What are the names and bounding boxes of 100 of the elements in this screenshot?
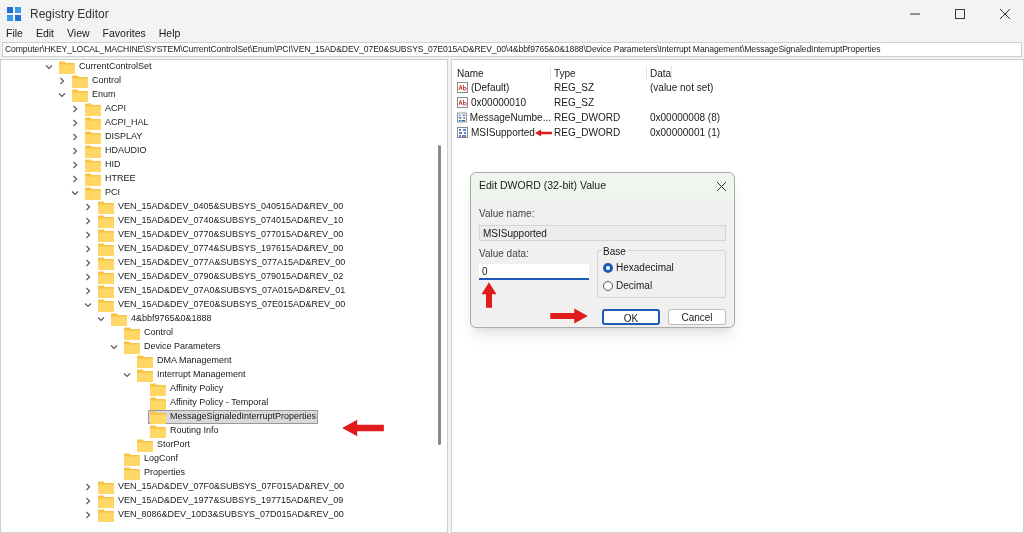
value-type: REG_DWORD [553,111,622,125]
close-icon[interactable] [717,181,726,191]
tree-item[interactable]: StorPort [135,438,192,452]
folder-icon [85,144,101,158]
chevron-right-icon[interactable] [84,231,92,239]
tree-item[interactable]: 4&bbf9765&0&1888 [109,312,214,326]
column-header[interactable]: Type [551,66,647,80]
value-name[interactable]: MSISupported [471,125,535,140]
tree-item[interactable]: VEN_15AD&DEV_0790&SUBSYS_079015AD&REV_02 [96,270,346,284]
maximize-icon[interactable] [955,8,965,19]
chevron-down-icon[interactable] [123,371,131,379]
folder-icon [124,452,140,466]
chevron-right-icon[interactable] [58,77,66,85]
chevron-right-icon[interactable] [84,483,92,491]
tree-item[interactable]: DMA Management [135,354,234,368]
tree-item[interactable]: Routing Info [148,424,221,438]
menu-item[interactable]: Edit [35,26,54,42]
column-header[interactable]: Name [452,66,551,80]
binary-value-icon [457,112,467,123]
chevron-down-icon[interactable] [84,301,92,309]
folder-icon [85,172,101,186]
chevron-down-icon[interactable] [97,315,105,323]
registry-icon [7,6,21,21]
tree-item[interactable]: CurrentControlSet [57,60,154,74]
dialog-title: Edit DWORD (32-bit) Value [479,178,606,194]
chevron-right-icon[interactable] [84,273,92,281]
binary-value-icon [457,127,468,138]
chevron-right-icon[interactable] [71,119,79,127]
chevron-down-icon[interactable] [71,189,79,197]
chevron-down-icon[interactable] [110,343,118,351]
chevron-right-icon[interactable] [84,511,92,519]
menu-item[interactable]: Help [158,26,181,42]
tree-item[interactable]: VEN_15AD&DEV_0774&SUBSYS_197615AD&REV_00 [96,242,346,256]
chevron-down-icon[interactable] [58,91,66,99]
tree-item[interactable]: VEN_15AD&DEV_07A0&SUBSYS_07A015AD&REV_01 [96,284,348,298]
radio-option[interactable]: Decimal [603,278,720,293]
value-data-label: Value data: [479,247,530,261]
tree-item[interactable]: VEN_15AD&DEV_0405&SUBSYS_040515AD&REV_00 [96,200,346,214]
folder-icon [137,438,153,452]
chevron-right-icon[interactable] [84,287,92,295]
chevron-right-icon[interactable] [84,203,92,211]
tree-item[interactable]: HID [83,158,123,172]
tree-item[interactable]: ACPI [83,102,128,116]
folder-icon [98,228,114,242]
tree-item[interactable]: Properties [122,466,188,480]
tree-item[interactable]: Control [70,74,123,88]
folder-icon [98,200,114,214]
folder-icon [72,88,88,102]
tree-item[interactable]: VEN_15AD&DEV_07F0&SUBSYS_07F015AD&REV_00 [96,480,347,494]
value-name[interactable]: 0x00000010 [471,95,527,110]
chevron-right-icon[interactable] [84,497,92,505]
chevron-right-icon[interactable] [71,161,79,169]
tree-item[interactable]: DISPLAY [83,130,145,144]
address-bar[interactable]: Computer\HKEY_LOCAL_MACHINE\SYSTEM\CurrentControlSet\Enum\PCI\VEN_15AD&DEV_07E0&SUBSYS_07E015AD&REV_00\4&bbf9765&0&1888\Device Parameters\Interrupt Management\MessageSignaledInterruptProperties [2,42,1022,57]
tree-item[interactable]: Affinity Policy [148,382,226,396]
column-header[interactable]: Data [647,66,673,80]
folder-icon [98,242,114,256]
tree-item[interactable]: VEN_15AD&DEV_1977&SUBSYS_197715AD&REV_09 [96,494,346,508]
cancel-button[interactable]: Cancel [668,309,726,325]
tree-item[interactable]: HDAUDIO [83,144,149,158]
close-icon[interactable] [1000,8,1010,19]
menu-item[interactable]: File [6,26,23,42]
chevron-down-icon[interactable] [45,63,53,71]
tree-item[interactable]: Device Parameters [122,340,223,354]
tree-item[interactable]: VEN_15AD&DEV_077A&SUBSYS_077A15AD&REV_00 [96,256,348,270]
value-name[interactable]: MessageNumbe... [469,110,551,125]
tree-item[interactable]: PCI [83,186,122,200]
tree-item[interactable]: Enum [70,88,118,102]
tree-item[interactable]: LogConf [122,452,181,466]
string-value-icon [457,82,468,93]
tree-item[interactable]: Interrupt Management [135,368,248,382]
tree-item[interactable]: VEN_15AD&DEV_07E0&SUBSYS_07E015AD&REV_00 [96,298,348,312]
folder-icon [137,368,153,382]
value-name[interactable]: (Default) [471,80,510,95]
chevron-right-icon[interactable] [84,217,92,225]
chevron-right-icon[interactable] [84,259,92,267]
scrollbar[interactable] [438,145,441,445]
value-type: REG_SZ [553,96,595,110]
tree-item[interactable]: HTREE [83,172,138,186]
tree-item[interactable]: VEN_15AD&DEV_0740&SUBSYS_074015AD&REV_10 [96,214,346,228]
menu-item[interactable]: Favorites [102,26,146,42]
value-data-field[interactable]: 0 [479,264,589,280]
radio-button[interactable] [603,280,613,291]
chevron-right-icon[interactable] [84,245,92,253]
radio-button[interactable] [603,262,613,273]
tree-item[interactable]: VEN_8086&DEV_10D3&SUBSYS_07D015AD&REV_00 [96,508,346,522]
chevron-right-icon[interactable] [71,175,79,183]
chevron-right-icon[interactable] [71,105,79,113]
radio-option[interactable]: Hexadecimal [603,260,720,275]
folder-icon [98,494,114,508]
chevron-right-icon[interactable] [71,133,79,141]
menu-item[interactable]: View [67,26,90,42]
ok-button[interactable]: OK [602,309,660,325]
tree-item[interactable]: ACPI_HAL [83,116,151,130]
tree-item[interactable]: VEN_15AD&DEV_0770&SUBSYS_077015AD&REV_00 [96,228,346,242]
folder-icon [85,186,101,200]
tree-item[interactable]: MessageSignaledInterruptProperties [148,410,319,424]
chevron-right-icon[interactable] [71,147,79,155]
tree-item[interactable]: Affinity Policy - Temporal [148,396,271,410]
tree-item[interactable]: Control [122,326,175,340]
